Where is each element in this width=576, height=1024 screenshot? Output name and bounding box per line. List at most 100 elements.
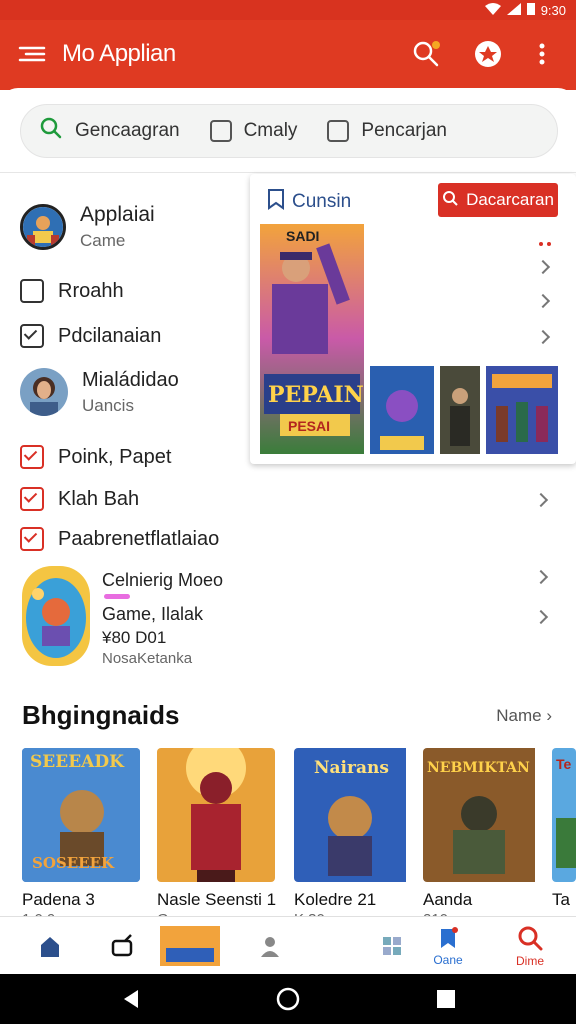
app-subtitle: Came <box>80 231 126 250</box>
see-more-link[interactable]: Name › <box>496 706 552 726</box>
search-icon <box>442 190 458 211</box>
checkbox-icon <box>209 120 232 142</box>
checkbox-checked-icon[interactable] <box>20 445 44 469</box>
search-filter-bar[interactable]: Gencaagran Cmaly Pencarjan <box>20 104 558 158</box>
home-icon[interactable] <box>276 987 300 1016</box>
game-tile-1[interactable]: SEEEADK SOSEEEK <box>22 748 140 882</box>
tile-3-name: Koledre 21 <box>294 890 377 909</box>
card-thumb-3[interactable] <box>486 366 558 454</box>
search-chip[interactable]: Gencaagran <box>39 116 180 146</box>
wifi-icon <box>484 2 501 18</box>
featured-genre: Game, Ilalak <box>102 604 204 624</box>
poster-top-text: SADI <box>286 228 320 244</box>
featured-title: Celnierig Moeo <box>102 570 224 590</box>
nav-item-dime[interactable]: Dime <box>500 917 560 975</box>
app-title: Mo Applian <box>62 40 176 67</box>
bookmark-icon <box>266 188 286 216</box>
back-icon[interactable] <box>120 988 142 1015</box>
battery-icon <box>526 2 535 18</box>
nav-games-icon[interactable] <box>92 917 152 975</box>
game-tile-3[interactable]: Nairans <box>294 748 412 882</box>
signal-icon <box>506 2 521 18</box>
featured-tag <box>104 594 130 599</box>
recents-icon[interactable] <box>436 989 456 1014</box>
tile-3-art-title: Nairans <box>314 758 389 778</box>
status-bar: 9:30 <box>0 0 576 20</box>
filter-chip-2[interactable]: Pencarjan <box>327 120 447 142</box>
checkbox-icon <box>327 120 350 142</box>
list-item-profile[interactable]: Mialádidao Uancis <box>20 368 179 416</box>
check-item-2[interactable]: Klah Bah <box>20 487 139 511</box>
nav-search-icon <box>517 925 543 954</box>
card-thumb-2[interactable] <box>440 366 480 454</box>
chevron-right-icon[interactable] <box>535 293 551 309</box>
search-icon[interactable] <box>410 38 442 70</box>
tile-5-art-title: Te <box>556 756 572 772</box>
list-item-2-label: Pdcilanaian <box>58 324 162 347</box>
checkbox-checked-icon[interactable] <box>20 527 44 551</box>
bottom-navigation: Oane Dime <box>0 916 576 974</box>
nav-item-dime-label: Dime <box>515 953 544 968</box>
chevron-right-icon[interactable] <box>535 259 551 275</box>
promo-card[interactable]: Cunsin Dacarcaran SADI PEPAIN PESAI <box>250 174 576 464</box>
chevron-right-icon[interactable] <box>535 329 551 345</box>
app-bar: Mo Applian <box>0 20 576 90</box>
filter-chip-2-label: Pencarjan <box>361 120 447 141</box>
list-item-1-label: Rroahh <box>58 279 124 302</box>
system-nav-bar <box>0 974 576 1024</box>
tile-4-art-title: NEBMIKTAN <box>427 760 530 776</box>
nav-home-icon[interactable] <box>20 917 80 975</box>
tile-4-name: Aanda <box>423 890 473 909</box>
card-search-button[interactable]: Dacarcaran <box>438 183 558 217</box>
search-chip-label: Gencaagran <box>75 120 180 141</box>
poster-logo: PEPAIN <box>268 382 364 408</box>
tile-2-name: Nasle Seensti 1 <box>157 890 277 909</box>
profile-title: Mialádidao <box>82 368 179 391</box>
profile-subtitle: Uancis <box>82 395 134 415</box>
section-title: Bhgingnaids <box>22 700 180 730</box>
nav-item-oane[interactable]: Oane <box>418 917 478 975</box>
divider <box>0 172 576 173</box>
list-item-1[interactable]: Rroahh <box>20 279 124 303</box>
nav-item-oane-label: Oane <box>433 952 463 967</box>
checkbox-checked-icon[interactable] <box>20 487 44 511</box>
game-tile-5[interactable]: Te <box>552 748 576 882</box>
more-vert-icon[interactable] <box>526 38 558 70</box>
tag-icon <box>20 279 44 303</box>
tile-5-name: Ta <box>552 890 570 909</box>
card-poster[interactable]: SADI PEPAIN PESAI <box>260 224 364 454</box>
nav-bookmark-icon <box>436 926 460 953</box>
tile-1-art-title: SEEEADK <box>30 752 124 772</box>
nav-promo-thumb[interactable] <box>160 917 220 975</box>
nav-account-icon[interactable] <box>240 917 300 975</box>
tile-1-art-sub: SOSEEEK <box>32 854 115 872</box>
filter-chip-1[interactable]: Cmaly <box>209 120 298 142</box>
check-item-3-label: Paabrenetflatlaiao <box>58 527 220 550</box>
featured-price: ¥80 D01 <box>102 628 167 647</box>
list-item-2[interactable]: Pdcilanaian <box>20 324 161 348</box>
game-tile-2[interactable] <box>157 748 275 882</box>
check-item-1[interactable]: Poink, Papet <box>20 445 171 469</box>
search-icon <box>39 116 63 146</box>
card-title-text: Cunsin <box>292 191 352 212</box>
check-item-1-label: Poink, Papet <box>58 445 172 468</box>
card-button-label: Dacarcaran <box>466 190 554 209</box>
checkbox-checked-icon <box>20 324 44 348</box>
more-dots-icon[interactable] <box>538 234 552 246</box>
profile-badge-icon[interactable] <box>472 38 504 70</box>
chevron-right-icon: › <box>546 706 552 725</box>
filter-chip-1-label: Cmaly <box>243 120 298 141</box>
poster-logo-sub: PESAI <box>288 418 331 434</box>
check-item-3[interactable]: Paabrenetflatlaiao <box>20 527 219 551</box>
app-title: Applaiai <box>80 203 155 226</box>
card-thumb-1[interactable] <box>370 366 434 454</box>
status-time: 9:30 <box>540 2 566 18</box>
menu-icon[interactable] <box>18 42 46 66</box>
game-tile-4[interactable]: NEBMIKTAN <box>423 748 541 882</box>
check-item-2-label: Klah Bah <box>58 487 140 510</box>
nav-apps-icon[interactable] <box>362 917 422 975</box>
list-item-app[interactable]: Applaiai Came <box>20 203 155 251</box>
see-more-label: Name <box>496 706 542 725</box>
profile-avatar <box>20 368 68 416</box>
featured-game-art[interactable] <box>22 566 90 666</box>
